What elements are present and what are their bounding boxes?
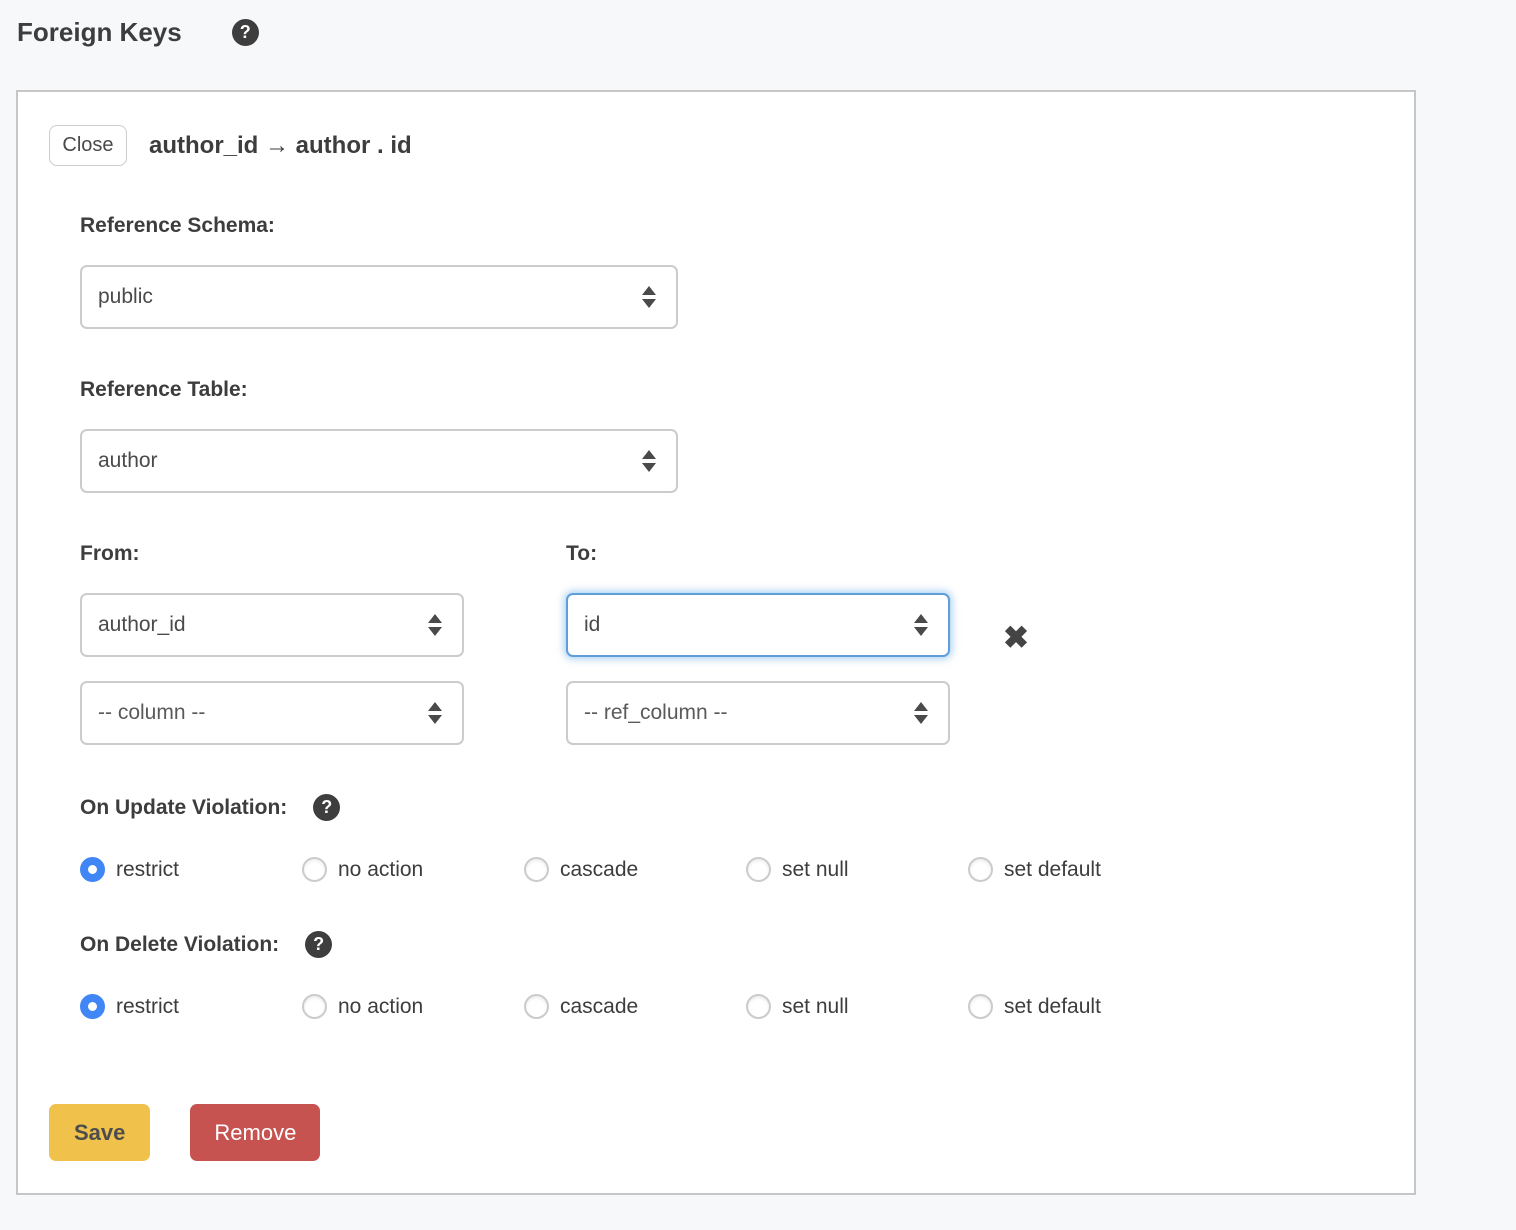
panel-header: Close author_id → author . id <box>49 125 1384 166</box>
reference-schema-select[interactable]: public <box>80 265 678 329</box>
close-button[interactable]: Close <box>49 125 127 166</box>
radio-option-set-default[interactable]: set default <box>968 994 1190 1019</box>
radio-option-restrict[interactable]: restrict <box>80 994 302 1019</box>
radio-icon <box>968 994 993 1019</box>
reference-schema-label: Reference Schema: <box>80 214 1384 238</box>
radio-icon <box>80 857 105 882</box>
radio-option-no-action[interactable]: no action <box>302 994 524 1019</box>
radio-option-no-action[interactable]: no action <box>302 857 524 882</box>
radio-option-restrict[interactable]: restrict <box>80 857 302 882</box>
radio-icon <box>746 857 771 882</box>
radio-icon <box>524 994 549 1019</box>
from-column-select[interactable]: author_id <box>80 593 464 657</box>
reference-table-group: Reference Table: author <box>80 378 1384 493</box>
page-title: Foreign Keys <box>17 17 182 48</box>
help-icon[interactable]: ? <box>305 931 332 958</box>
from-column: From: author_id -- column -- <box>80 542 566 745</box>
help-icon[interactable]: ? <box>313 794 340 821</box>
reference-table-select[interactable]: author <box>80 429 678 493</box>
radio-option-set-null[interactable]: set null <box>746 994 968 1019</box>
on-delete-violation-group: On Delete Violation: ? restrict no actio… <box>80 931 1384 1019</box>
on-update-violation-group: On Update Violation: ? restrict no actio… <box>80 794 1384 882</box>
remove-button[interactable]: Remove <box>190 1104 320 1161</box>
radio-icon <box>302 994 327 1019</box>
radio-icon <box>524 857 549 882</box>
to-column-value: id <box>584 613 600 637</box>
to-column-select[interactable]: id <box>566 593 950 657</box>
radio-option-set-default[interactable]: set default <box>968 857 1190 882</box>
column-mapping-section: From: author_id -- column -- To: <box>80 542 1384 745</box>
to-label: To: <box>566 542 1384 566</box>
radio-option-cascade[interactable]: cascade <box>524 857 746 882</box>
radio-option-set-null[interactable]: set null <box>746 857 968 882</box>
reference-schema-group: Reference Schema: public <box>80 214 1384 329</box>
save-button[interactable]: Save <box>49 1104 150 1161</box>
select-arrows-icon <box>642 286 656 308</box>
help-icon[interactable]: ? <box>232 19 259 46</box>
select-arrows-icon <box>642 450 656 472</box>
reference-table-label: Reference Table: <box>80 378 1384 402</box>
on-update-violation-options: restrict no action cascade set null set … <box>80 857 1384 882</box>
add-from-column-value: -- column -- <box>98 701 205 725</box>
on-delete-violation-options: restrict no action cascade set null set … <box>80 994 1384 1019</box>
foreign-key-form: Reference Schema: public Reference Table… <box>80 214 1384 1019</box>
from-column-value: author_id <box>98 613 186 637</box>
add-to-column-value: -- ref_column -- <box>584 701 728 725</box>
radio-icon <box>80 994 105 1019</box>
reference-table-value: author <box>98 449 158 473</box>
add-from-column-select[interactable]: -- column -- <box>80 681 464 745</box>
radio-icon <box>968 857 993 882</box>
select-arrows-icon <box>428 702 442 724</box>
on-update-violation-label: On Update Violation: ? <box>80 794 1384 821</box>
action-buttons: Save Remove <box>49 1104 1384 1161</box>
from-label: From: <box>80 542 566 566</box>
to-column: To: id ✖ -- ref_column -- <box>566 542 1384 745</box>
add-to-column-select[interactable]: -- ref_column -- <box>566 681 950 745</box>
select-arrows-icon <box>428 614 442 636</box>
radio-option-cascade[interactable]: cascade <box>524 994 746 1019</box>
foreign-key-heading: author_id → author . id <box>149 132 412 160</box>
select-arrows-icon <box>914 614 928 636</box>
reference-schema-value: public <box>98 285 153 309</box>
foreign-key-editor-panel: Close author_id → author . id Reference … <box>16 90 1416 1195</box>
remove-mapping-icon[interactable]: ✖ <box>1003 622 1029 653</box>
radio-icon <box>302 857 327 882</box>
select-arrows-icon <box>914 702 928 724</box>
on-delete-violation-label: On Delete Violation: ? <box>80 931 1384 958</box>
radio-icon <box>746 994 771 1019</box>
page-header: Foreign Keys ? <box>0 0 1516 48</box>
